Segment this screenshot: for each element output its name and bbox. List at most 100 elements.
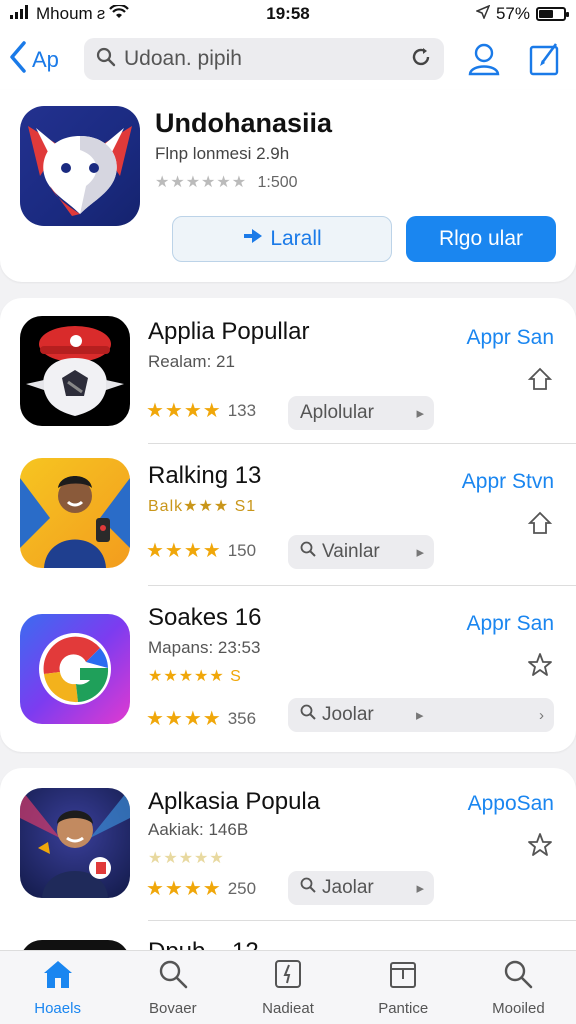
- tray-icon: [388, 959, 418, 994]
- status-bar: Mhoum ƨ 19:58 57%: [0, 0, 576, 28]
- tab-home[interactable]: Hoaels: [0, 951, 115, 1024]
- app-name: Aplkasia Popula: [148, 788, 321, 815]
- tab-updates[interactable]: Nadieat: [230, 951, 345, 1024]
- app-subtitle-rating: ★★★★★: [148, 850, 225, 867]
- chip-label: Jaolar: [322, 877, 374, 898]
- chip-label: Vainlar: [322, 541, 380, 562]
- back-button[interactable]: Ap: [8, 40, 59, 80]
- chevron-left-icon: [8, 40, 28, 80]
- app-chip[interactable]: Aplolular ▸: [288, 396, 434, 430]
- play-small-icon: ▸: [416, 544, 424, 561]
- tab-label: Bovaer: [149, 1000, 197, 1017]
- favorite-star-icon[interactable]: [527, 510, 553, 536]
- app-chip[interactable]: Jaolar ▸: [288, 871, 434, 905]
- signal-icon: [10, 4, 32, 24]
- play-icon: [242, 227, 264, 251]
- list-item[interactable]: Soakes 16 Mapans: 23:53 ★★★★★ S ★★★★ 356…: [0, 586, 576, 752]
- app-rating: ★★★★ 133: [146, 398, 256, 423]
- play-small-icon: ▸: [416, 405, 424, 422]
- play-small-icon: ▸: [416, 880, 424, 897]
- app-subtitle: Mapans: 23:53: [148, 638, 261, 657]
- search-icon: [503, 959, 533, 994]
- status-left: Mhoum ƨ: [10, 3, 130, 24]
- featured-app-card[interactable]: Undohanasiia Flnp lonmesi 2.9h ★★★★★★ 1:…: [0, 90, 576, 282]
- app-icon: [20, 458, 130, 568]
- status-right: 57%: [474, 4, 569, 24]
- app-icon: [20, 316, 130, 426]
- app-rating: ★★★★ 250: [146, 876, 256, 901]
- app-list-card: Applia Popullar Realam: 21 ★★★★ 133 Aplo…: [0, 298, 576, 752]
- battery-fill: [539, 10, 553, 18]
- tab-search[interactable]: Mooiled: [461, 951, 576, 1024]
- app-icon: [20, 788, 130, 898]
- compose-icon[interactable]: [528, 41, 562, 82]
- search-icon: [300, 704, 316, 726]
- app-rating: ★★★★ 150: [146, 538, 256, 563]
- install-button[interactable]: Larall: [172, 216, 392, 262]
- rating-stars: ★★★★★★: [155, 174, 248, 191]
- tab-library[interactable]: Pantice: [346, 951, 461, 1024]
- install-label: Larall: [270, 227, 322, 250]
- refresh-icon[interactable]: [410, 46, 432, 73]
- rating-value: 1:500: [257, 174, 298, 191]
- app-name: Soakes 16: [148, 604, 262, 631]
- featured-app-subtitle: Flnp lonmesi 2.9h: [155, 144, 290, 163]
- app-subtitle: Balk★★★ S1: [148, 498, 257, 515]
- favorite-star-icon[interactable]: [527, 652, 553, 678]
- profile-icon[interactable]: [466, 41, 502, 82]
- favorite-star-icon[interactable]: [527, 366, 553, 392]
- rating-stars: ★★★★: [146, 540, 222, 562]
- app-name: Applia Popullar: [148, 318, 310, 345]
- tab-label: Nadieat: [262, 1000, 314, 1017]
- carrier-name: Mhoum: [36, 4, 93, 23]
- battery-percent: 57%: [495, 4, 530, 23]
- list-item[interactable]: Applia Popullar Realam: 21 ★★★★ 133 Aplo…: [0, 298, 576, 444]
- rating-count: 250: [227, 878, 257, 898]
- featured-app-title: Undohanasiia: [155, 108, 333, 138]
- list-item[interactable]: Ralking 13 Balk★★★ S1 ★★★★ 150 Vainlar ▸…: [0, 444, 576, 586]
- app-subtitle: Realam: 21: [148, 352, 235, 371]
- chevron-right-icon: ›: [539, 706, 544, 724]
- chip-label: Joolar: [322, 704, 374, 725]
- app-icon: [20, 614, 130, 724]
- home-icon: [41, 959, 75, 994]
- search-icon: [300, 877, 316, 899]
- rating-stars: ★★★★: [146, 400, 222, 422]
- tab-label: Mooiled: [492, 1000, 545, 1017]
- tab-label: Hoaels: [34, 1000, 81, 1017]
- sync-icon: ƨ: [96, 4, 106, 23]
- play-small-icon: ▸: [416, 707, 424, 724]
- get-label: Rlgo ular: [438, 227, 524, 250]
- favorite-star-icon[interactable]: [527, 832, 553, 858]
- app-link[interactable]: Appr San: [466, 326, 554, 350]
- list-item[interactable]: Aplkasia Popula Aakiak: 146B ★★★★★ ★★★★ …: [0, 768, 576, 921]
- featured-app-rating: ★★★★★★ 1:500: [155, 172, 298, 192]
- tab-bar: Hoaels Bovaer Nadieat Pantice Mooiled: [0, 950, 576, 1024]
- app-link[interactable]: Appr Stvn: [462, 470, 554, 494]
- tab-browse[interactable]: Bovaer: [115, 951, 230, 1024]
- featured-app-icon: [20, 106, 140, 226]
- app-chip[interactable]: Vainlar ▸: [288, 535, 434, 569]
- app-link[interactable]: AppoSan: [468, 792, 554, 816]
- rating-count: 150: [227, 540, 257, 560]
- wifi-icon: [109, 3, 130, 24]
- app-chip[interactable]: Joolar ▸ ›: [288, 698, 554, 732]
- location-icon: [474, 4, 491, 24]
- rating-stars: ★★★★: [146, 708, 222, 730]
- app-link[interactable]: Appr San: [466, 612, 554, 636]
- rating-count: 356: [227, 708, 257, 728]
- search-input[interactable]: Udoan. pipih: [84, 38, 444, 80]
- rating-count: 133: [227, 400, 257, 420]
- back-label: Ap: [32, 47, 59, 72]
- get-button[interactable]: Rlgo ular: [406, 216, 556, 262]
- app-name: Ralking 13: [148, 462, 262, 489]
- search-icon: [96, 47, 116, 72]
- app-rating: ★★★★ 356: [146, 706, 256, 731]
- chip-label: Aplolular: [300, 402, 374, 423]
- nav-bar: Ap Udoan. pipih: [0, 28, 576, 90]
- search-text: Udoan. pipih: [124, 47, 242, 70]
- search-icon: [158, 959, 188, 994]
- app-subtitle-rating: ★★★★★ S: [148, 668, 242, 685]
- battery-icon: [536, 7, 569, 21]
- card-icon: [273, 959, 303, 994]
